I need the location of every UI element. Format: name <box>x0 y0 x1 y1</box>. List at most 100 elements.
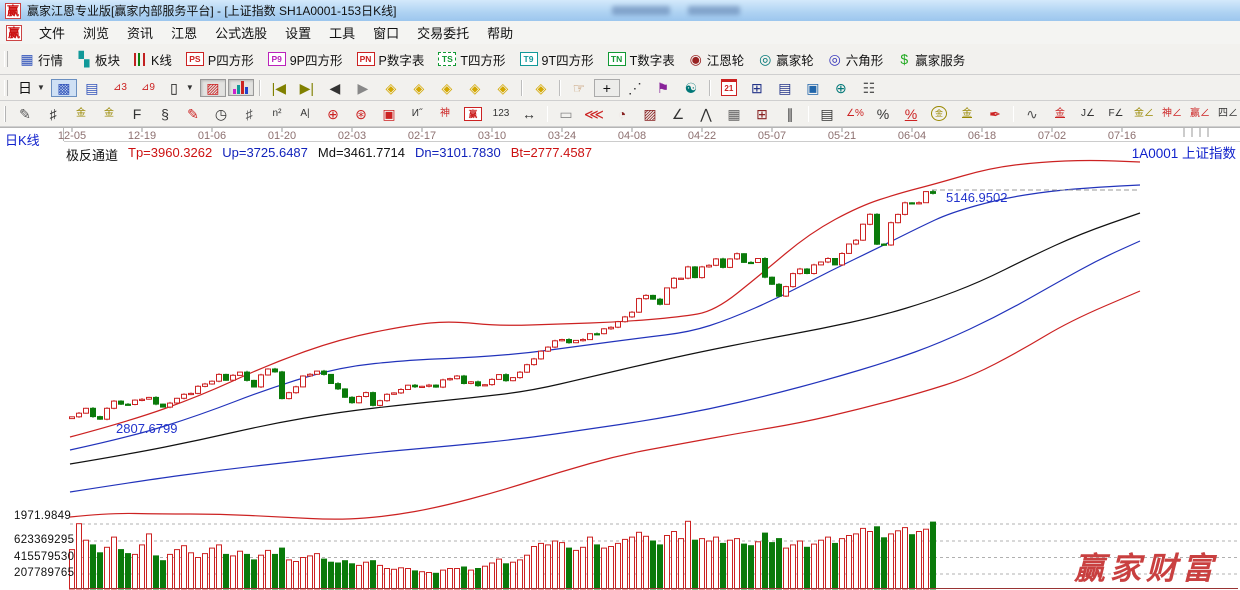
tn-table-button[interactable]: TNT数字表 <box>602 48 681 71</box>
shen-angle-tool[interactable]: 神∠ <box>1159 105 1185 123</box>
parallel-lines-tool[interactable]: ∥ <box>777 105 803 123</box>
percent-tool[interactable]: % <box>870 105 896 123</box>
period-day-button-dropdown-arrow[interactable]: ▼ <box>37 83 45 92</box>
winner-service-button[interactable]: $赢家服务 <box>891 48 971 71</box>
f-hash-tool[interactable]: F <box>124 105 150 123</box>
crosshair-button[interactable]: + <box>594 79 620 97</box>
f-angle-tool[interactable]: F∠ <box>1103 105 1129 123</box>
menu-browse[interactable]: 浏览 <box>74 21 118 44</box>
grid-red-tool[interactable]: ⊞ <box>749 105 775 123</box>
menu-window[interactable]: 窗口 <box>364 21 408 44</box>
map-chart-button[interactable]: ▨ <box>200 79 226 97</box>
chart-area[interactable]: 日K线 12-0512-1901-0601-2002-0302-1703-100… <box>0 127 1240 590</box>
menu-news[interactable]: 资讯 <box>118 21 162 44</box>
last-bar-button[interactable]: ▶| <box>294 79 320 97</box>
sector-blocks-button[interactable]: ▚板块 <box>71 48 126 71</box>
percent-angle-tool[interactable]: ∠% <box>842 105 868 123</box>
candle-style-button[interactable]: ▯▼ <box>163 79 198 97</box>
ying-box-tool[interactable]: 赢 <box>460 105 486 123</box>
zoom-region-button[interactable]: ▩ <box>51 79 77 97</box>
menu-tools[interactable]: 工具 <box>320 21 364 44</box>
gann-clock-tool[interactable]: ◷ <box>208 105 234 123</box>
a-angle-tool[interactable]: A| <box>292 105 318 123</box>
diamond-center-button[interactable]: ◈ <box>528 79 554 97</box>
stamp-button[interactable]: ⚑ <box>650 79 676 97</box>
star-circle-tool[interactable]: ⊛ <box>348 105 374 123</box>
ink-marker-tool-icon: ✒ <box>988 107 1002 121</box>
wave-9-button[interactable]: ⊿9 <box>135 79 161 97</box>
arc-fan-tool[interactable]: ◔ <box>609 105 635 123</box>
report-button[interactable]: ▤ <box>772 79 798 97</box>
ying-angle-tool[interactable]: 赢∠ <box>1187 105 1213 123</box>
ruler-123-tool[interactable]: 123 <box>488 105 514 123</box>
n-quote-tool[interactable]: И˝ <box>404 105 430 123</box>
diamond-hexpand-button[interactable]: ◈ <box>462 79 488 97</box>
ps-square-button[interactable]: PSP四方形 <box>180 48 260 71</box>
info-card-button[interactable]: ▤ <box>79 79 105 97</box>
ink-marker-tool[interactable]: ✒ <box>982 105 1008 123</box>
spiral-tool[interactable]: § <box>152 105 178 123</box>
wave-a-tool[interactable]: ∿ <box>1019 105 1045 123</box>
circle-cross-tool[interactable]: ⊕ <box>320 105 346 123</box>
j-angle-tool[interactable]: J∠ <box>1075 105 1101 123</box>
hexagon-button[interactable]: ◎六角形 <box>822 48 890 71</box>
fan-lines-tool[interactable]: ⋘ <box>581 105 607 123</box>
si-angle-tool[interactable]: 四∠ <box>1215 105 1240 123</box>
shen-hash-tool[interactable]: 神 <box>432 105 458 123</box>
angle-rays-tool[interactable]: ∠ <box>665 105 691 123</box>
diamond-right-button[interactable]: ◈ <box>406 79 432 97</box>
red-pen-tool[interactable]: ✎ <box>180 105 206 123</box>
first-bar-button[interactable]: |◀ <box>266 79 292 97</box>
gold-hash-tool[interactable]: 金 <box>68 105 94 123</box>
market-quote-button[interactable]: ▦行情 <box>14 48 69 71</box>
gold-circle-tool[interactable]: 金 <box>926 104 952 123</box>
box-frame-tool[interactable]: ▭ <box>553 105 579 123</box>
time-hash-tool[interactable]: ♯ <box>40 105 66 123</box>
gold-hash-2-tool[interactable]: 金 <box>96 105 122 123</box>
gold-lines-tool[interactable]: 金 <box>954 105 980 123</box>
menu-formula-pick[interactable]: 公式选股 <box>206 21 276 44</box>
percent-table-tool[interactable]: ▤ <box>814 105 840 123</box>
prev-bar-button[interactable]: ◀ <box>322 79 348 97</box>
hash-tool[interactable]: ♯ <box>236 105 262 123</box>
menu-gann[interactable]: 江恩 <box>162 21 206 44</box>
diamond-left-button[interactable]: ◈ <box>378 79 404 97</box>
winner-wheel-button[interactable]: ◎赢家轮 <box>752 48 820 71</box>
p9-square-button[interactable]: P99P四方形 <box>262 48 349 71</box>
gold-angle-tool[interactable]: 金∠ <box>1131 105 1157 123</box>
candle-style-button-dropdown-arrow[interactable]: ▼ <box>186 83 194 92</box>
calendar-21-button[interactable]: 21 <box>716 77 742 98</box>
pn-table-button[interactable]: PNP数字表 <box>351 48 431 71</box>
gold-underline-tool[interactable]: 金 <box>1047 105 1073 123</box>
square-spiral-tool[interactable]: ▣ <box>376 105 402 123</box>
ts-square-button[interactable]: TST四方形 <box>432 48 511 71</box>
period-day-button[interactable]: 日▼ <box>14 79 49 97</box>
t9-square-button[interactable]: T99T四方形 <box>514 48 600 71</box>
menu-settings[interactable]: 设置 <box>276 21 320 44</box>
percent-line-tool[interactable]: % <box>898 105 924 123</box>
diamond-expand-all-button[interactable]: ◈ <box>490 79 516 97</box>
zigzag-tool[interactable]: ⋀ <box>693 105 719 123</box>
wave-3-button[interactable]: ⊿3 <box>107 79 133 97</box>
histogram-color-button[interactable] <box>228 79 254 96</box>
save-button[interactable]: ▣ <box>800 79 826 97</box>
export-web-button[interactable]: ⊕ <box>828 79 854 97</box>
measure-tool[interactable]: ↔ <box>516 105 542 123</box>
print-button[interactable]: ☷ <box>856 79 882 97</box>
next-bar-button[interactable]: ▶ <box>350 79 376 97</box>
grid-tool[interactable]: ▦ <box>721 105 747 123</box>
menu-trade[interactable]: 交易委托 <box>408 21 478 44</box>
kline-button[interactable]: K线 <box>128 48 178 71</box>
menu-file[interactable]: 文件 <box>30 21 74 44</box>
hand-drag-button[interactable]: ☞ <box>566 79 592 97</box>
box-fan-tool[interactable]: ▨ <box>637 105 663 123</box>
brain-button[interactable]: ☯ <box>678 79 704 97</box>
calculator-button[interactable]: ⊞ <box>744 79 770 97</box>
menu-help[interactable]: 帮助 <box>478 21 522 44</box>
diamond-hshrink-button[interactable]: ◈ <box>434 79 460 97</box>
gann-wheel-button[interactable]: ◉江恩轮 <box>683 48 751 71</box>
n-squared-tool[interactable]: n² <box>264 105 290 123</box>
trendline-button[interactable]: ⋰ <box>622 79 648 97</box>
kline-chart[interactable] <box>0 127 1240 590</box>
pen-tool[interactable]: ✎ <box>12 105 38 123</box>
